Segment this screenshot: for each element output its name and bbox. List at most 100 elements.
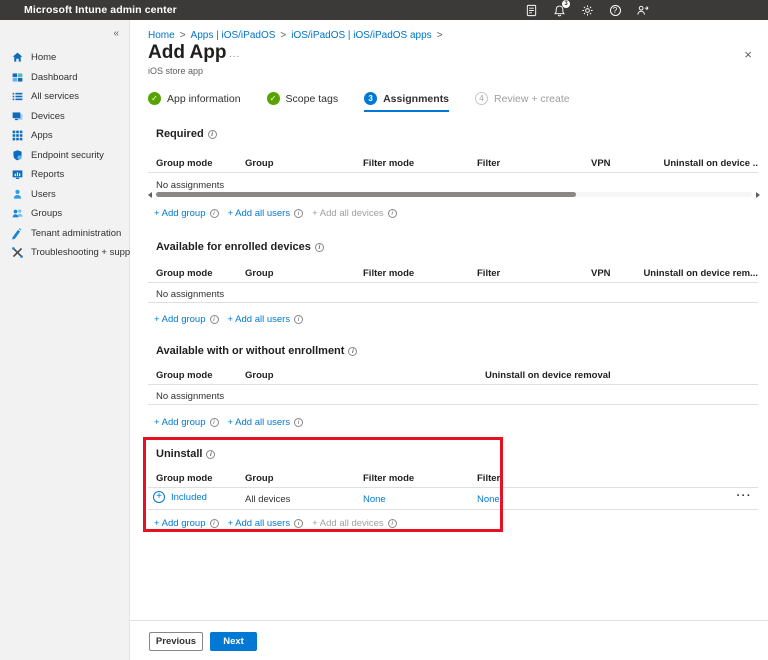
column-header-uninstall: Uninstall on device rem...: [643, 268, 758, 279]
column-header-group: Group: [245, 370, 274, 381]
breadcrumb-home[interactable]: Home: [148, 30, 175, 41]
info-icon[interactable]: [209, 418, 219, 427]
column-header-filter: Filter: [477, 473, 501, 484]
scroll-left-icon[interactable]: [148, 191, 152, 198]
tenant-administration-icon: [11, 227, 24, 240]
sidebar-item-label: Home: [31, 52, 57, 64]
column-header-group: Group: [245, 473, 274, 484]
add-all-users-link[interactable]: + Add all users: [228, 208, 291, 219]
info-icon[interactable]: [294, 209, 304, 218]
info-icon[interactable]: [314, 242, 324, 252]
info-icon[interactable]: [294, 418, 304, 427]
reports-icon: [11, 168, 24, 181]
sidebar-item-label: All services: [31, 91, 80, 103]
settings-gear-icon[interactable]: [580, 3, 594, 17]
sidebar-item-all-services[interactable]: All services: [0, 87, 129, 107]
users-icon: [11, 188, 24, 201]
included-group-mode-link[interactable]: Included: [153, 491, 207, 503]
scrollbar-thumb[interactable]: [156, 192, 576, 197]
breadcrumb-apps-ios[interactable]: Apps | iOS/iPadOS: [191, 30, 276, 41]
sidebar-item-label: Users: [31, 188, 56, 200]
sidebar-item-endpoint-security[interactable]: Endpoint security: [0, 146, 129, 166]
column-header-filter-mode: Filter mode: [363, 268, 415, 279]
tab-scope-tags[interactable]: Scope tags: [266, 92, 339, 110]
page-title: Add App: [148, 42, 227, 63]
tab-review-create[interactable]: 4 Review + create: [475, 92, 570, 110]
scroll-right-icon[interactable]: [756, 191, 760, 198]
info-icon[interactable]: [207, 129, 217, 139]
breadcrumb-ios-apps[interactable]: iOS/iPadOS | iOS/iPadOS apps: [291, 30, 431, 41]
info-icon[interactable]: [294, 315, 304, 324]
sidebar-item-label: Groups: [31, 208, 63, 220]
main-content: Home > Apps | iOS/iPadOS > iOS/iPadOS | …: [130, 20, 768, 660]
sidebar-item-label: Devices: [31, 110, 65, 122]
add-all-users-link[interactable]: + Add all users: [228, 314, 291, 325]
tab-app-information[interactable]: App information: [148, 92, 241, 110]
help-question-glyph: [609, 4, 621, 16]
column-header-vpn: VPN: [591, 158, 611, 169]
info-icon[interactable]: [209, 519, 219, 528]
step-number-badge: 4: [475, 92, 489, 105]
sidebar-collapse-icon[interactable]: [113, 28, 119, 39]
info-icon[interactable]: [206, 449, 216, 459]
sidebar-item-dashboard[interactable]: Dashboard: [0, 68, 129, 88]
notepad-icon[interactable]: [524, 3, 538, 17]
wizard-steps: App information Scope tags 3 Assignments…: [148, 92, 570, 112]
page-title-menu-icon[interactable]: [229, 49, 240, 60]
all-services-icon: [11, 90, 24, 103]
sidebar-item-label: Apps: [31, 130, 53, 142]
table-divider: [148, 302, 758, 303]
sidebar-item-troubleshooting-support[interactable]: Troubleshooting + support: [0, 243, 141, 263]
required-add-links: + Add group + Add all users + Add all de…: [154, 208, 406, 219]
sidebar-item-home[interactable]: Home: [0, 48, 129, 68]
sidebar-item-tenant-administration[interactable]: Tenant administration: [0, 224, 129, 244]
add-all-users-link[interactable]: + Add all users: [228, 417, 291, 428]
sidebar-item-apps[interactable]: Apps: [0, 126, 129, 146]
breadcrumb: Home > Apps | iOS/iPadOS > iOS/iPadOS | …: [148, 30, 443, 41]
row-context-menu-icon[interactable]: [737, 490, 753, 502]
add-group-link[interactable]: + Add group: [154, 417, 206, 428]
add-group-link[interactable]: + Add group: [154, 208, 206, 219]
help-icon[interactable]: [608, 3, 622, 17]
filter-link[interactable]: None: [477, 494, 500, 505]
next-button[interactable]: Next: [210, 632, 257, 651]
app-window: Microsoft Intune admin center 3 ? « Home…: [0, 0, 768, 660]
sidebar-item-devices[interactable]: Devices: [0, 107, 129, 127]
info-icon[interactable]: [387, 209, 397, 218]
info-icon[interactable]: [209, 209, 219, 218]
add-group-link[interactable]: + Add group: [154, 314, 206, 325]
sidebar: Home Dashboard All services Devices Apps…: [0, 20, 141, 660]
section-title-text: Uninstall: [156, 448, 203, 460]
step-label: Review + create: [494, 92, 570, 105]
add-group-link[interactable]: + Add group: [154, 518, 206, 529]
step-label: Scope tags: [285, 92, 339, 105]
step-label: Assignments: [383, 92, 450, 105]
footer-divider: [130, 620, 768, 621]
horizontal-scrollbar: [148, 190, 760, 199]
step-complete-check-icon: [148, 92, 161, 105]
previous-button[interactable]: Previous: [149, 632, 203, 651]
info-icon[interactable]: [348, 346, 358, 356]
info-icon[interactable]: [209, 315, 219, 324]
filter-mode-link[interactable]: None: [363, 494, 386, 505]
app-title: Microsoft Intune admin center: [24, 4, 177, 16]
groups-icon: [11, 207, 24, 220]
sidebar-item-groups[interactable]: Groups: [0, 204, 129, 224]
tab-assignments[interactable]: 3 Assignments: [364, 92, 450, 112]
sidebar-item-users[interactable]: Users: [0, 185, 129, 205]
sidebar-nav: Home Dashboard All services Devices Apps…: [0, 20, 141, 263]
available-enrolled-add-links: + Add group + Add all users: [154, 314, 312, 325]
topbar-icon-group: 3: [524, 0, 650, 20]
section-title-text: Available with or without enrollment: [156, 345, 345, 357]
sidebar-item-reports[interactable]: Reports: [0, 165, 129, 185]
close-icon[interactable]: [744, 48, 752, 61]
info-icon[interactable]: [387, 519, 397, 528]
info-icon[interactable]: [294, 519, 304, 528]
top-bar: Microsoft Intune admin center 3: [0, 0, 768, 20]
step-number-badge: 3: [364, 92, 378, 105]
home-icon: [11, 51, 24, 64]
notifications-bell-icon[interactable]: 3: [552, 0, 570, 17]
sidebar-item-label: Dashboard: [31, 71, 78, 83]
add-all-users-link[interactable]: + Add all users: [228, 518, 291, 529]
feedback-icon[interactable]: [636, 3, 650, 17]
